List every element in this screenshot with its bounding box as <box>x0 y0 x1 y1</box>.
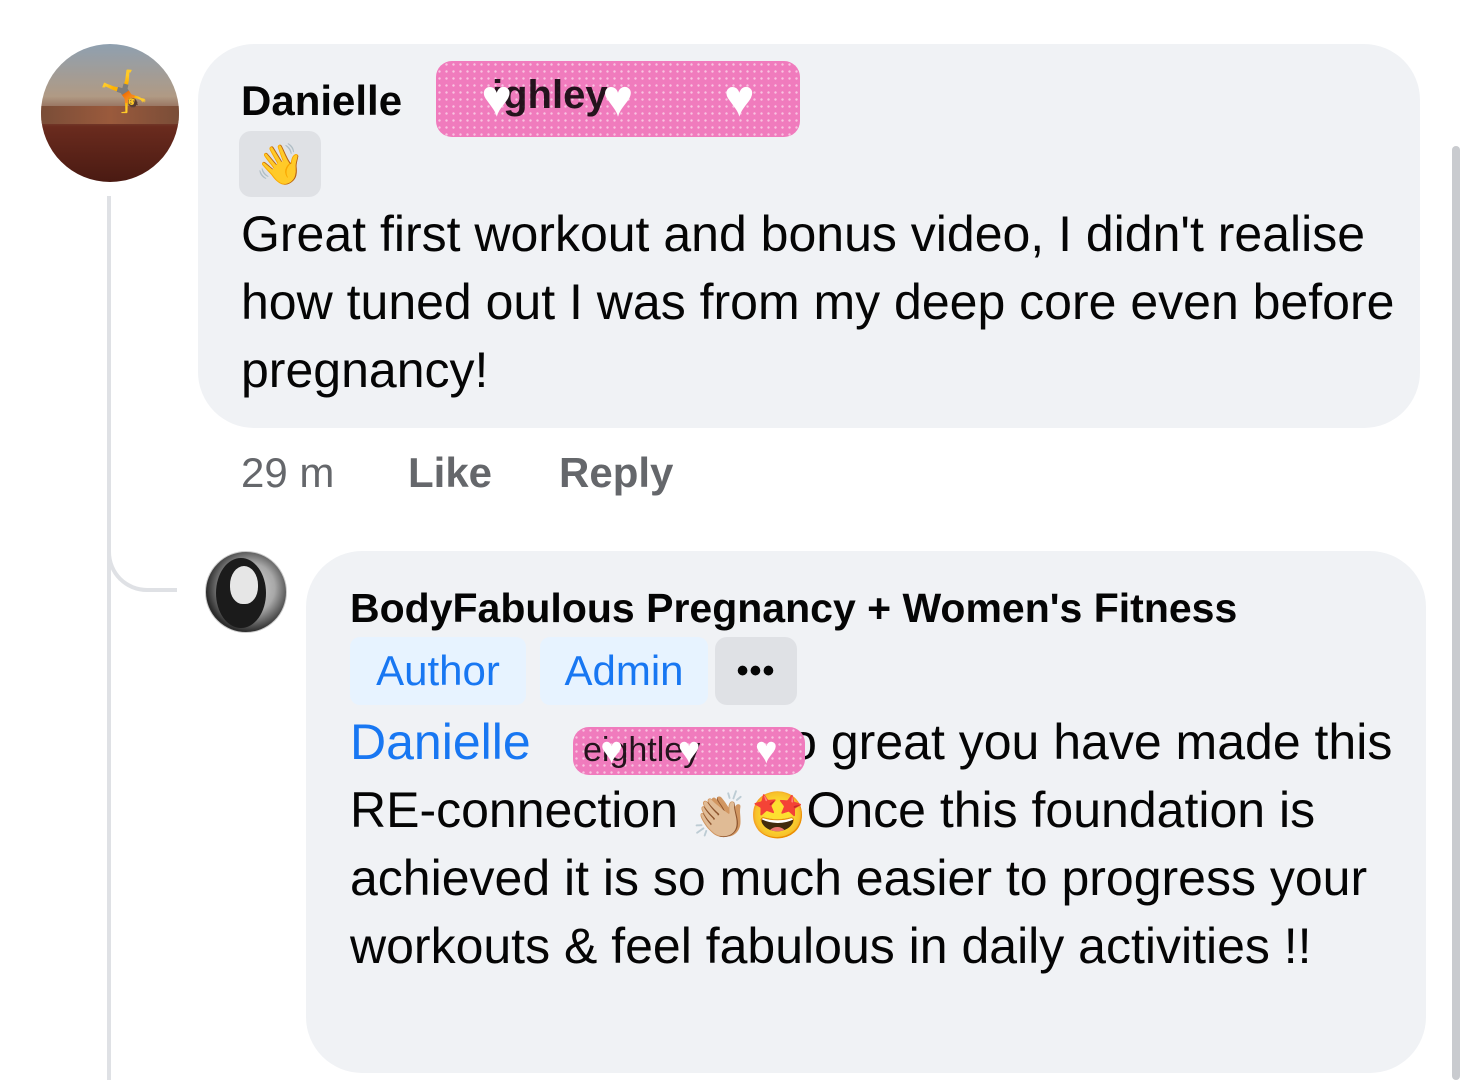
mention-link[interactable]: Danielle <box>350 714 531 770</box>
heart-icon: ♥ <box>481 70 513 128</box>
page-avatar[interactable] <box>205 551 287 633</box>
admin-badge: Admin <box>540 637 708 705</box>
avatar-face <box>230 566 258 604</box>
thread-connector-curve <box>107 540 177 592</box>
heart-icon: ♥ <box>677 730 701 772</box>
mention-redaction-sticker: eightley ♥ ♥ ♥ <box>573 727 805 775</box>
comment-thread: 🤸 Danielle ighley ♥ ♥ ♥ 👋 Great first wo… <box>0 0 1471 1080</box>
waving-hand-icon[interactable]: 👋 <box>239 131 321 197</box>
star-struck-icon: 🤩 <box>749 789 807 841</box>
clapping-hands-icon: 👏🏼 <box>691 789 750 841</box>
like-button[interactable]: Like <box>408 452 492 494</box>
heart-icon: ♥ <box>723 70 755 128</box>
scrollbar[interactable] <box>1452 146 1460 1080</box>
thread-connector-line <box>107 196 111 1080</box>
heart-icon: ♥ <box>600 730 623 772</box>
commenter-avatar[interactable]: 🤸 <box>41 44 179 182</box>
reply-button[interactable]: Reply <box>559 452 673 494</box>
reply-author-name[interactable]: BodyFabulous Pregnancy + Women's Fitness <box>350 588 1237 629</box>
name-redaction-sticker: ighley ♥ ♥ ♥ <box>436 61 800 137</box>
heart-icon: ♥ <box>602 70 634 128</box>
avatar-person-silhouette: 🤸 <box>99 70 149 114</box>
comment-text: Great first workout and bonus video, I d… <box>241 206 1395 398</box>
comment-author-name[interactable]: Danielle <box>241 80 402 122</box>
heart-icon: ♥ <box>755 730 778 772</box>
reply-text: Danielle Keightley so great you have mad… <box>350 708 1400 980</box>
more-options-button[interactable]: ••• <box>715 637 797 705</box>
comment-timestamp[interactable]: 29 m <box>241 452 334 494</box>
author-badge: Author <box>350 637 526 705</box>
